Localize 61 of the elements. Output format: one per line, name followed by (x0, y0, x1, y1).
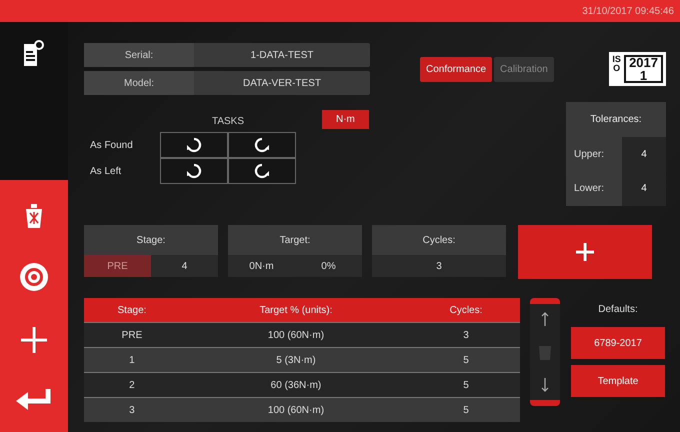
setting-title: Target: (278, 234, 312, 248)
report-icon[interactable] (23, 40, 45, 68)
table-cell: PRE (84, 322, 180, 348)
table-cell: 100 (60N·m) (180, 398, 412, 422)
unit-tab[interactable]: N·m (322, 110, 369, 129)
defaults-title: Defaults: (598, 303, 638, 317)
field-value: DATA-VER-TEST (242, 76, 322, 90)
iso-year: 2017 (629, 56, 658, 69)
add-icon[interactable] (19, 324, 49, 354)
rotate-counterclockwise-icon (254, 163, 270, 179)
tolerance-value[interactable]: 4 (622, 172, 666, 206)
task-label: As Left (90, 166, 122, 176)
rotate-clockwise-icon (186, 163, 202, 179)
setting-value[interactable]: PRE (84, 255, 151, 277)
rotate-clockwise-icon (186, 137, 202, 153)
setting-value[interactable]: 0% (295, 255, 362, 277)
dial-icon[interactable] (19, 262, 49, 292)
iso-letters: ISO (612, 55, 622, 75)
field-label: Model: (84, 71, 194, 95)
field-value: 1-DATA-TEST (250, 48, 314, 62)
tolerances-title: Tolerances: (589, 113, 643, 127)
counterclockwise-task-button[interactable] (228, 132, 296, 158)
date-time: 31/10/2017 09:45:46 (582, 6, 674, 16)
table-cell: 3 (84, 398, 180, 422)
setting-value[interactable]: 0N·m (228, 255, 295, 277)
field-label: Serial: (84, 43, 194, 67)
table-cell: 3 (412, 322, 520, 348)
tolerance-label: Lower: (573, 182, 606, 196)
counterclockwise-task-button[interactable] (228, 158, 296, 184)
mode-tab[interactable]: Conformance (420, 56, 492, 82)
column-header: Stage: (84, 298, 180, 322)
table-cell: 5 (412, 398, 520, 422)
setting-value[interactable]: 3 (372, 255, 506, 277)
setting-value[interactable]: 4 (151, 255, 218, 277)
rotate-counterclockwise-icon (254, 137, 270, 153)
default-button[interactable]: 6789-2017 (571, 327, 665, 359)
clockwise-task-button[interactable] (160, 158, 228, 184)
setting-title: Cycles: (422, 234, 456, 248)
table-cell: 100 (60N·m) (180, 322, 412, 348)
table-cell: 1 (84, 348, 180, 372)
table-cell: 60 (36N·m) (180, 372, 412, 398)
tolerance-value[interactable]: 4 (622, 137, 666, 172)
table-cell: 2 (84, 372, 180, 398)
column-header: Target % (units): (180, 298, 412, 322)
up-arrow-icon[interactable] (541, 312, 549, 326)
column-header: Cycles: (412, 298, 520, 322)
default-button[interactable]: Template (571, 365, 665, 397)
trash-icon[interactable] (23, 202, 45, 228)
back-icon[interactable] (15, 388, 53, 412)
clockwise-task-button[interactable] (160, 132, 228, 158)
mode-tab[interactable]: Calibration (494, 56, 554, 82)
setting-title: Stage: (136, 234, 166, 248)
add-icon (575, 242, 595, 262)
tolerance-label: Upper: (573, 148, 606, 162)
table-cell: 5 (412, 372, 520, 398)
iso-part: 1 (640, 69, 648, 82)
down-arrow-icon[interactable] (541, 378, 549, 392)
tasks-title: TASKS (210, 116, 246, 126)
table-cell: 5 (412, 348, 520, 372)
task-label: As Found (90, 140, 134, 150)
table-cell: 5 (3N·m) (180, 348, 412, 372)
